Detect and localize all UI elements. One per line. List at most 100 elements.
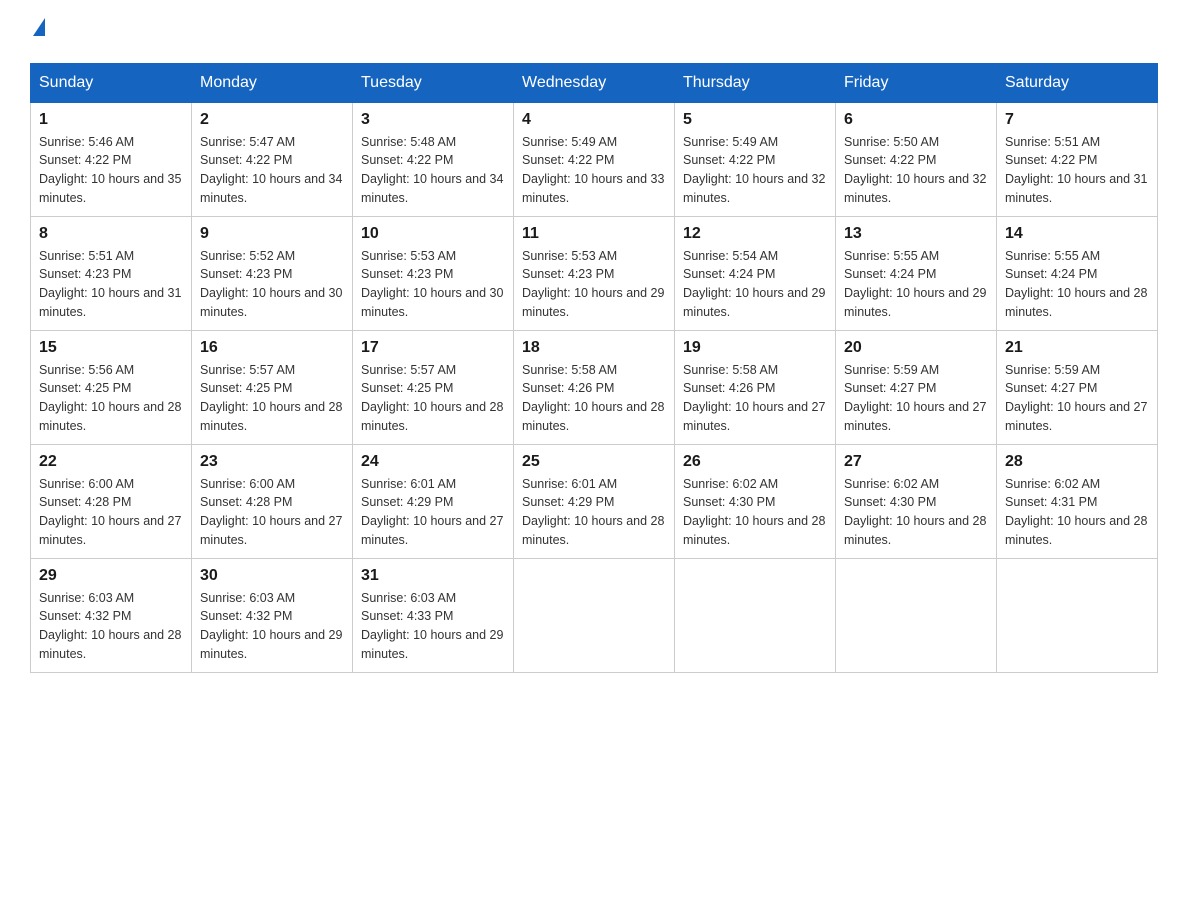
day-info: Sunrise: 6:02 AM Sunset: 4:30 PM Dayligh… bbox=[844, 475, 988, 550]
day-number: 1 bbox=[39, 111, 183, 129]
day-number: 29 bbox=[39, 567, 183, 585]
day-number: 26 bbox=[683, 453, 827, 471]
day-info: Sunrise: 6:03 AM Sunset: 4:32 PM Dayligh… bbox=[39, 589, 183, 664]
calendar-week-row: 1 Sunrise: 5:46 AM Sunset: 4:22 PM Dayli… bbox=[31, 102, 1158, 216]
table-row: 27 Sunrise: 6:02 AM Sunset: 4:30 PM Dayl… bbox=[836, 444, 997, 558]
table-row: 3 Sunrise: 5:48 AM Sunset: 4:22 PM Dayli… bbox=[353, 102, 514, 216]
day-number: 19 bbox=[683, 339, 827, 357]
table-row: 17 Sunrise: 5:57 AM Sunset: 4:25 PM Dayl… bbox=[353, 330, 514, 444]
day-info: Sunrise: 5:53 AM Sunset: 4:23 PM Dayligh… bbox=[522, 247, 666, 322]
table-row: 25 Sunrise: 6:01 AM Sunset: 4:29 PM Dayl… bbox=[514, 444, 675, 558]
table-row: 19 Sunrise: 5:58 AM Sunset: 4:26 PM Dayl… bbox=[675, 330, 836, 444]
table-row bbox=[514, 558, 675, 672]
header-wednesday: Wednesday bbox=[514, 63, 675, 102]
table-row: 22 Sunrise: 6:00 AM Sunset: 4:28 PM Dayl… bbox=[31, 444, 192, 558]
day-number: 12 bbox=[683, 225, 827, 243]
logo bbox=[30, 20, 45, 43]
header-sunday: Sunday bbox=[31, 63, 192, 102]
day-number: 15 bbox=[39, 339, 183, 357]
table-row: 1 Sunrise: 5:46 AM Sunset: 4:22 PM Dayli… bbox=[31, 102, 192, 216]
table-row: 13 Sunrise: 5:55 AM Sunset: 4:24 PM Dayl… bbox=[836, 216, 997, 330]
day-number: 6 bbox=[844, 111, 988, 129]
day-info: Sunrise: 6:03 AM Sunset: 4:33 PM Dayligh… bbox=[361, 589, 505, 664]
day-info: Sunrise: 5:57 AM Sunset: 4:25 PM Dayligh… bbox=[200, 361, 344, 436]
header-tuesday: Tuesday bbox=[353, 63, 514, 102]
table-row: 15 Sunrise: 5:56 AM Sunset: 4:25 PM Dayl… bbox=[31, 330, 192, 444]
table-row: 18 Sunrise: 5:58 AM Sunset: 4:26 PM Dayl… bbox=[514, 330, 675, 444]
day-info: Sunrise: 6:03 AM Sunset: 4:32 PM Dayligh… bbox=[200, 589, 344, 664]
day-info: Sunrise: 5:51 AM Sunset: 4:22 PM Dayligh… bbox=[1005, 133, 1149, 208]
day-info: Sunrise: 6:00 AM Sunset: 4:28 PM Dayligh… bbox=[39, 475, 183, 550]
table-row: 5 Sunrise: 5:49 AM Sunset: 4:22 PM Dayli… bbox=[675, 102, 836, 216]
day-info: Sunrise: 5:47 AM Sunset: 4:22 PM Dayligh… bbox=[200, 133, 344, 208]
day-info: Sunrise: 5:59 AM Sunset: 4:27 PM Dayligh… bbox=[844, 361, 988, 436]
table-row bbox=[675, 558, 836, 672]
calendar-header-row: Sunday Monday Tuesday Wednesday Thursday… bbox=[31, 63, 1158, 102]
table-row: 20 Sunrise: 5:59 AM Sunset: 4:27 PM Dayl… bbox=[836, 330, 997, 444]
table-row: 16 Sunrise: 5:57 AM Sunset: 4:25 PM Dayl… bbox=[192, 330, 353, 444]
day-number: 16 bbox=[200, 339, 344, 357]
day-number: 18 bbox=[522, 339, 666, 357]
day-number: 31 bbox=[361, 567, 505, 585]
day-number: 17 bbox=[361, 339, 505, 357]
day-info: Sunrise: 5:46 AM Sunset: 4:22 PM Dayligh… bbox=[39, 133, 183, 208]
day-info: Sunrise: 6:00 AM Sunset: 4:28 PM Dayligh… bbox=[200, 475, 344, 550]
day-info: Sunrise: 5:54 AM Sunset: 4:24 PM Dayligh… bbox=[683, 247, 827, 322]
table-row: 30 Sunrise: 6:03 AM Sunset: 4:32 PM Dayl… bbox=[192, 558, 353, 672]
day-info: Sunrise: 5:58 AM Sunset: 4:26 PM Dayligh… bbox=[522, 361, 666, 436]
day-info: Sunrise: 6:02 AM Sunset: 4:31 PM Dayligh… bbox=[1005, 475, 1149, 550]
day-info: Sunrise: 6:01 AM Sunset: 4:29 PM Dayligh… bbox=[522, 475, 666, 550]
day-number: 3 bbox=[361, 111, 505, 129]
day-info: Sunrise: 6:02 AM Sunset: 4:30 PM Dayligh… bbox=[683, 475, 827, 550]
day-info: Sunrise: 5:52 AM Sunset: 4:23 PM Dayligh… bbox=[200, 247, 344, 322]
table-row: 6 Sunrise: 5:50 AM Sunset: 4:22 PM Dayli… bbox=[836, 102, 997, 216]
table-row: 11 Sunrise: 5:53 AM Sunset: 4:23 PM Dayl… bbox=[514, 216, 675, 330]
day-number: 11 bbox=[522, 225, 666, 243]
calendar-week-row: 15 Sunrise: 5:56 AM Sunset: 4:25 PM Dayl… bbox=[31, 330, 1158, 444]
logo-arrow-icon bbox=[33, 18, 45, 41]
day-number: 24 bbox=[361, 453, 505, 471]
day-number: 20 bbox=[844, 339, 988, 357]
calendar-table: Sunday Monday Tuesday Wednesday Thursday… bbox=[30, 63, 1158, 673]
calendar-week-row: 29 Sunrise: 6:03 AM Sunset: 4:32 PM Dayl… bbox=[31, 558, 1158, 672]
header-monday: Monday bbox=[192, 63, 353, 102]
table-row: 2 Sunrise: 5:47 AM Sunset: 4:22 PM Dayli… bbox=[192, 102, 353, 216]
day-info: Sunrise: 5:58 AM Sunset: 4:26 PM Dayligh… bbox=[683, 361, 827, 436]
table-row: 21 Sunrise: 5:59 AM Sunset: 4:27 PM Dayl… bbox=[997, 330, 1158, 444]
day-info: Sunrise: 5:59 AM Sunset: 4:27 PM Dayligh… bbox=[1005, 361, 1149, 436]
day-info: Sunrise: 5:51 AM Sunset: 4:23 PM Dayligh… bbox=[39, 247, 183, 322]
day-info: Sunrise: 5:57 AM Sunset: 4:25 PM Dayligh… bbox=[361, 361, 505, 436]
calendar-week-row: 8 Sunrise: 5:51 AM Sunset: 4:23 PM Dayli… bbox=[31, 216, 1158, 330]
day-number: 21 bbox=[1005, 339, 1149, 357]
day-number: 2 bbox=[200, 111, 344, 129]
day-info: Sunrise: 5:50 AM Sunset: 4:22 PM Dayligh… bbox=[844, 133, 988, 208]
day-number: 23 bbox=[200, 453, 344, 471]
header-saturday: Saturday bbox=[997, 63, 1158, 102]
day-number: 4 bbox=[522, 111, 666, 129]
table-row: 14 Sunrise: 5:55 AM Sunset: 4:24 PM Dayl… bbox=[997, 216, 1158, 330]
table-row: 9 Sunrise: 5:52 AM Sunset: 4:23 PM Dayli… bbox=[192, 216, 353, 330]
day-info: Sunrise: 5:48 AM Sunset: 4:22 PM Dayligh… bbox=[361, 133, 505, 208]
table-row: 8 Sunrise: 5:51 AM Sunset: 4:23 PM Dayli… bbox=[31, 216, 192, 330]
header-thursday: Thursday bbox=[675, 63, 836, 102]
day-number: 30 bbox=[200, 567, 344, 585]
day-number: 25 bbox=[522, 453, 666, 471]
day-number: 9 bbox=[200, 225, 344, 243]
header bbox=[30, 20, 1158, 43]
day-info: Sunrise: 5:49 AM Sunset: 4:22 PM Dayligh… bbox=[522, 133, 666, 208]
table-row bbox=[836, 558, 997, 672]
day-number: 7 bbox=[1005, 111, 1149, 129]
day-info: Sunrise: 5:55 AM Sunset: 4:24 PM Dayligh… bbox=[1005, 247, 1149, 322]
table-row: 24 Sunrise: 6:01 AM Sunset: 4:29 PM Dayl… bbox=[353, 444, 514, 558]
table-row: 7 Sunrise: 5:51 AM Sunset: 4:22 PM Dayli… bbox=[997, 102, 1158, 216]
table-row: 23 Sunrise: 6:00 AM Sunset: 4:28 PM Dayl… bbox=[192, 444, 353, 558]
day-number: 27 bbox=[844, 453, 988, 471]
day-number: 14 bbox=[1005, 225, 1149, 243]
table-row: 10 Sunrise: 5:53 AM Sunset: 4:23 PM Dayl… bbox=[353, 216, 514, 330]
day-number: 13 bbox=[844, 225, 988, 243]
day-number: 28 bbox=[1005, 453, 1149, 471]
header-friday: Friday bbox=[836, 63, 997, 102]
table-row: 26 Sunrise: 6:02 AM Sunset: 4:30 PM Dayl… bbox=[675, 444, 836, 558]
table-row bbox=[997, 558, 1158, 672]
table-row: 31 Sunrise: 6:03 AM Sunset: 4:33 PM Dayl… bbox=[353, 558, 514, 672]
